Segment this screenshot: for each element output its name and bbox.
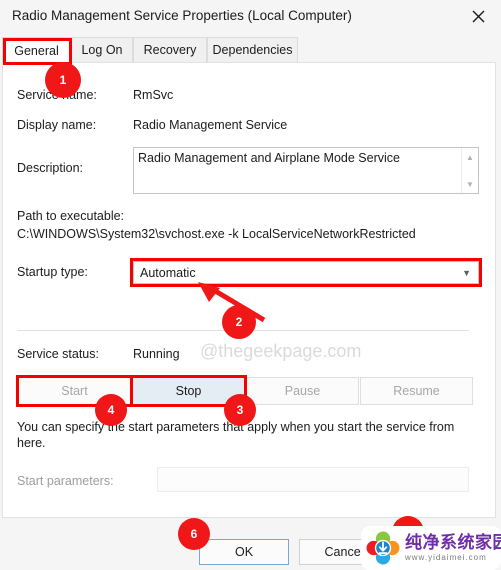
start-parameters-label: Start parameters: [17,474,114,488]
badge-5-label: 5 [404,525,412,539]
display-name-label: Display name: [17,118,97,132]
ok-button-label: OK [234,545,254,559]
stop-button[interactable]: Stop [132,377,245,405]
cancel-button[interactable]: Cancel [299,539,389,565]
service-name-value: RmSvc [133,88,174,102]
pause-button-label: Pause [284,384,321,398]
resume-button[interactable]: Resume [360,377,473,405]
badge-6-label: 6 [190,527,198,541]
startup-type-label: Startup type: [17,265,88,279]
window-title: Radio Management Service Properties (Loc… [12,8,352,23]
start-button-label: Start [61,384,88,398]
logo-text-url: www.yidaimei.com [405,553,487,562]
tab-general-label: General [14,43,59,58]
section-divider-top [17,330,469,331]
scroll-up-icon[interactable]: ▲ [462,149,478,165]
description-scrollbar[interactable]: ▲ ▼ [461,148,478,193]
tab-dependencies-label: Dependencies [212,43,293,57]
cancel-button-label: Cancel [324,545,364,559]
tab-strip: General Log On Recovery Dependencies [0,37,501,63]
display-name-value: Radio Management Service [133,118,288,132]
pause-button[interactable]: Pause [246,377,359,405]
path-to-executable-value: C:\WINDOWS\System32\svchost.exe -k Local… [17,227,416,241]
description-text: Radio Management and Airplane Mode Servi… [138,151,400,165]
tab-log-on-label: Log On [81,43,123,57]
resume-button-label: Resume [393,384,440,398]
service-name-label: Service name: [17,88,97,102]
description-label: Description: [17,161,83,175]
close-icon [472,10,485,23]
badge-5: 5 [392,516,424,548]
ok-button[interactable]: OK [199,539,289,565]
close-button[interactable] [455,0,501,33]
title-bar: Radio Management Service Properties (Loc… [0,0,501,33]
tab-recovery[interactable]: Recovery [133,37,207,62]
start-parameters-input[interactable] [157,467,469,492]
service-status-label: Service status: [17,347,99,361]
tab-recovery-label: Recovery [143,43,197,57]
startup-type-dropdown[interactable]: Automatic ▼ [133,261,479,284]
tab-log-on[interactable]: Log On [71,37,133,62]
logo-text-cn: 纯净系统家园 [405,533,501,552]
scroll-down-icon[interactable]: ▼ [462,176,478,192]
startup-type-value: Automatic [140,266,196,280]
tab-general[interactable]: General [2,37,71,63]
start-button[interactable]: Start [18,377,131,405]
path-to-executable-label: Path to executable: [17,209,125,223]
start-parameters-help-text: You can specify the start parameters tha… [17,420,455,450]
service-status-value: Running [133,347,180,361]
chevron-down-icon: ▼ [462,268,471,278]
stop-button-label: Stop [175,384,202,398]
tab-dependencies[interactable]: Dependencies [207,37,298,62]
description-textarea[interactable]: Radio Management and Airplane Mode Servi… [133,147,479,194]
